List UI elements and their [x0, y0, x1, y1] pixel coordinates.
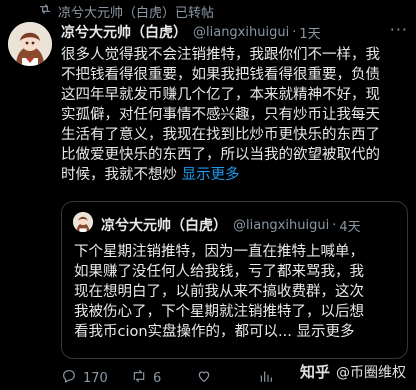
- quote-author-handle: @liangxihuigui: [233, 217, 330, 233]
- reply-count: 170: [83, 370, 108, 386]
- heart-icon: [196, 368, 212, 388]
- separator-dot: ·: [292, 24, 297, 40]
- post-line: 比做爱更快乐的东西了，所以当我的欲望被取代的: [61, 147, 380, 163]
- avatar[interactable]: [8, 22, 52, 66]
- quote-separator-dot: ·: [332, 217, 337, 233]
- quote-author-name: 凉兮大元帅（白虎）: [101, 218, 227, 234]
- post-line: 这四年早就发币赚几个亿了，本来就精神不好，现: [61, 87, 380, 103]
- quote-line: 现在想明白了，以前我从来不搞收费群，这次: [74, 284, 364, 300]
- quote-line: 我被伤心了，下个星期就注销推特了，以后想: [74, 304, 364, 320]
- quote-avatar: [73, 212, 93, 232]
- post-text: 很多人觉得我不会注销推特，我跟你们不一样，我 不把钱看得很重要，如果我把钱看得很…: [61, 45, 408, 185]
- author-name[interactable]: 凉兮大元帅（白虎）: [61, 22, 187, 42]
- post-line-last: 时候，我就不想炒 显示更多: [61, 165, 408, 185]
- quote-text: 下个星期注销推特，因为一直在推特上喊单， 如果赚了没任何人给我钱，亏了都来骂我，…: [74, 242, 404, 342]
- author-handle[interactable]: @liangxihuigui: [193, 25, 289, 40]
- post-line: 生活有了意义，我现在找到比炒币更快乐的东西了: [61, 127, 380, 143]
- watermark-text: @币圈维权: [336, 364, 406, 381]
- quote-header: 凉兮大元帅（白虎） @liangxihuigui · 4天: [101, 215, 399, 235]
- quote-line: 看我币cion实盘操作的，都可以... 显示更多: [74, 324, 355, 340]
- quoted-post[interactable]: 凉兮大元帅（白虎） @liangxihuigui · 4天 下个星期注销推特，因…: [61, 201, 408, 359]
- watermark: 知乎 @币圈维权: [300, 361, 406, 382]
- more-options-icon[interactable]: ···: [390, 20, 408, 39]
- reply-icon: [61, 368, 77, 388]
- reply-button[interactable]: 170: [61, 368, 108, 388]
- post-time[interactable]: 1天: [299, 23, 320, 42]
- views-button[interactable]: [258, 368, 280, 388]
- post-line: 不把钱看得很重要，如果我把钱看得很重要，负债: [61, 67, 380, 83]
- quote-line: 下个星期注销推特，因为一直在推特上喊单，: [74, 244, 364, 260]
- quote-time: 4天: [339, 219, 361, 235]
- post-line-text: 时候，我就不想炒: [61, 167, 177, 183]
- repost-count: 6: [153, 370, 162, 386]
- views-icon: [258, 368, 274, 388]
- repost-action-icon: [131, 368, 147, 388]
- repost-label: 凉兮大元帅（白虎）已转帖: [58, 5, 215, 21]
- post-header: 凉兮大元帅（白虎） @liangxihuigui · 1天: [61, 22, 408, 42]
- repost-indicator[interactable]: 凉兮大元帅（白虎）已转帖: [38, 2, 215, 21]
- quote-line: 如果赚了没任何人给我钱，亏了都来骂我，我: [74, 264, 364, 280]
- post-line: 实孤僻，对任何事情不感兴趣，只有炒币让我每天: [61, 107, 380, 123]
- show-more-link[interactable]: 显示更多: [182, 167, 240, 183]
- like-button[interactable]: [196, 368, 218, 388]
- zhihu-logo: 知乎: [299, 363, 330, 381]
- repost-button[interactable]: 6: [131, 368, 161, 388]
- repost-icon: [38, 2, 52, 20]
- post-line: 很多人觉得我不会注销推特，我跟你们不一样，我: [61, 47, 380, 63]
